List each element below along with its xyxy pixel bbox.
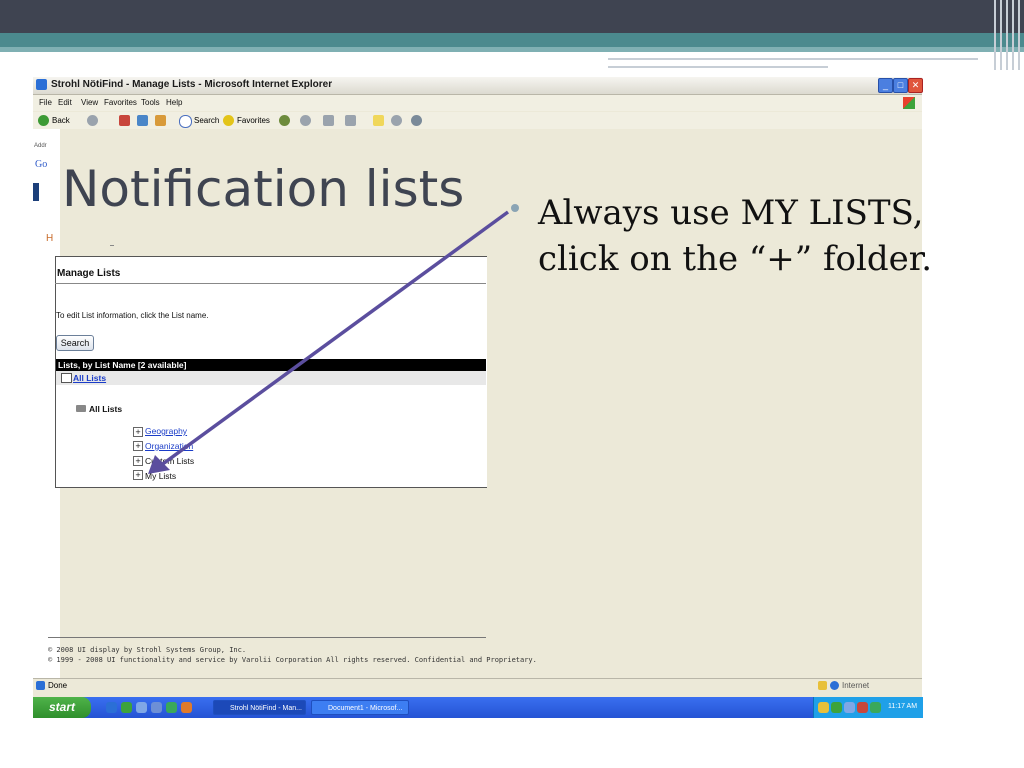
expand-plus-icon[interactable]: + [133,427,143,437]
ie-icon [36,79,47,90]
firefox-icon[interactable] [181,702,192,713]
copyright-line-1: © 2008 UI display by Strohl Systems Grou… [48,646,247,654]
desktop-icon[interactable] [151,702,162,713]
heading-rule [55,283,486,284]
tray-icon[interactable] [818,702,829,713]
forward-icon[interactable] [87,115,98,126]
quicklaunch-icon[interactable] [121,702,132,713]
slide-top-bar [0,0,1024,33]
menu-edit[interactable]: Edit [58,98,72,107]
all-lists-row [56,371,486,385]
folder-open-icon [76,405,86,412]
slide-title: Notification lists [62,160,465,218]
internet-globe-icon [830,681,839,690]
menu-view[interactable]: View [81,98,98,107]
edit-icon[interactable] [345,115,356,126]
back-icon[interactable] [38,115,49,126]
stop-icon[interactable] [119,115,130,126]
status-text: Done [48,681,68,690]
window-title: Strohl NötiFind - Manage Lists - Microso… [51,79,333,90]
toolbar: Back Search Favorites [33,112,922,129]
discuss-icon[interactable] [373,115,384,126]
menu-favorites[interactable]: Favorites [104,98,137,107]
tab-divider [110,245,114,246]
slide-deco-line [1000,0,1002,70]
search-label[interactable]: Search [194,116,219,125]
taskbar: start Strohl NötiFind - Man... Document1… [33,697,923,718]
slide-deco-strip [608,66,828,68]
menu-tools[interactable]: Tools [141,98,160,107]
research-icon[interactable] [411,115,422,126]
close-button[interactable]: ✕ [908,78,923,93]
taskbar-word-window[interactable]: Document1 - Microsof... [311,700,409,715]
slide-deco-strip [608,58,978,60]
list-item-custom-lists[interactable]: Custom Lists [145,456,194,466]
outlook-icon[interactable] [136,702,147,713]
tray-icon[interactable] [857,702,868,713]
clock: 11:17 AM [888,703,918,710]
expand-plus-icon[interactable]: + [133,441,143,451]
ie-quicklaunch-icon[interactable] [106,702,117,713]
search-icon[interactable] [179,115,192,128]
window-titlebar: Strohl NötiFind - Manage Lists - Microso… [33,77,923,95]
menu-help[interactable]: Help [166,98,182,107]
slide-accent-band [0,33,1024,47]
slide-deco-line [1006,0,1008,70]
status-bar: Done Internet [33,678,922,693]
refresh-icon[interactable] [137,115,148,126]
address-label: Addr [34,143,47,149]
search-button[interactable]: Search [56,335,94,351]
excel-icon[interactable] [166,702,177,713]
windows-logo-icon [903,97,915,109]
lock-icon [818,681,827,690]
expand-plus-icon[interactable]: + [133,470,143,480]
home-icon[interactable] [155,115,166,126]
list-header: Lists, by List Name [2 available] [56,359,486,371]
menu-file[interactable]: File [39,98,52,107]
tray-icon[interactable] [831,702,842,713]
slide-accent-band-light [0,47,1024,52]
favorites-label[interactable]: Favorites [237,116,270,125]
bullet-icon [511,204,519,212]
footer-rule [48,637,486,638]
tray-icon[interactable] [870,702,881,713]
back-label[interactable]: Back [52,116,70,125]
slide-deco-line [1018,0,1020,70]
taskbar-ie-window[interactable]: Strohl NötiFind - Man... [213,700,306,715]
instruction-text: To edit List information, click the List… [56,311,209,320]
messenger-icon[interactable] [391,115,402,126]
page-icon [36,681,45,690]
menu-bar: File Edit View Favorites Tools Help [33,95,922,111]
all-lists-link[interactable]: All Lists [73,373,106,383]
history-icon[interactable] [279,115,290,126]
manage-lists-heading: Manage Lists [57,268,121,279]
expand-plus-icon[interactable]: + [133,456,143,466]
favorites-star-icon[interactable] [223,115,234,126]
start-button[interactable]: start [33,697,91,718]
slide-deco-line [1012,0,1014,70]
list-item-my-lists[interactable]: My Lists [145,471,176,481]
slide-deco-line [994,0,996,70]
all-lists-label: All Lists [89,404,123,414]
home-folder-icon [61,373,72,383]
system-tray: 11:17 AM [813,697,923,718]
copyright-line-2: © 1999 - 2008 UI functionality and servi… [48,656,537,664]
list-item-organization[interactable]: Organization [145,441,193,451]
slide-bullet-text: Always use MY LISTS, click on the “+” fo… [538,193,933,279]
home-tab-edge: H [46,233,54,244]
maximize-button[interactable]: □ [893,78,908,93]
page-banner-edge [33,183,39,201]
mail-icon[interactable] [300,115,311,126]
minimize-button[interactable]: _ [878,78,893,93]
print-icon[interactable] [323,115,334,126]
tray-icon[interactable] [844,702,855,713]
zone-text: Internet [842,681,870,690]
google-logo: Go [35,159,48,170]
list-item-geography[interactable]: Geography [145,426,187,436]
